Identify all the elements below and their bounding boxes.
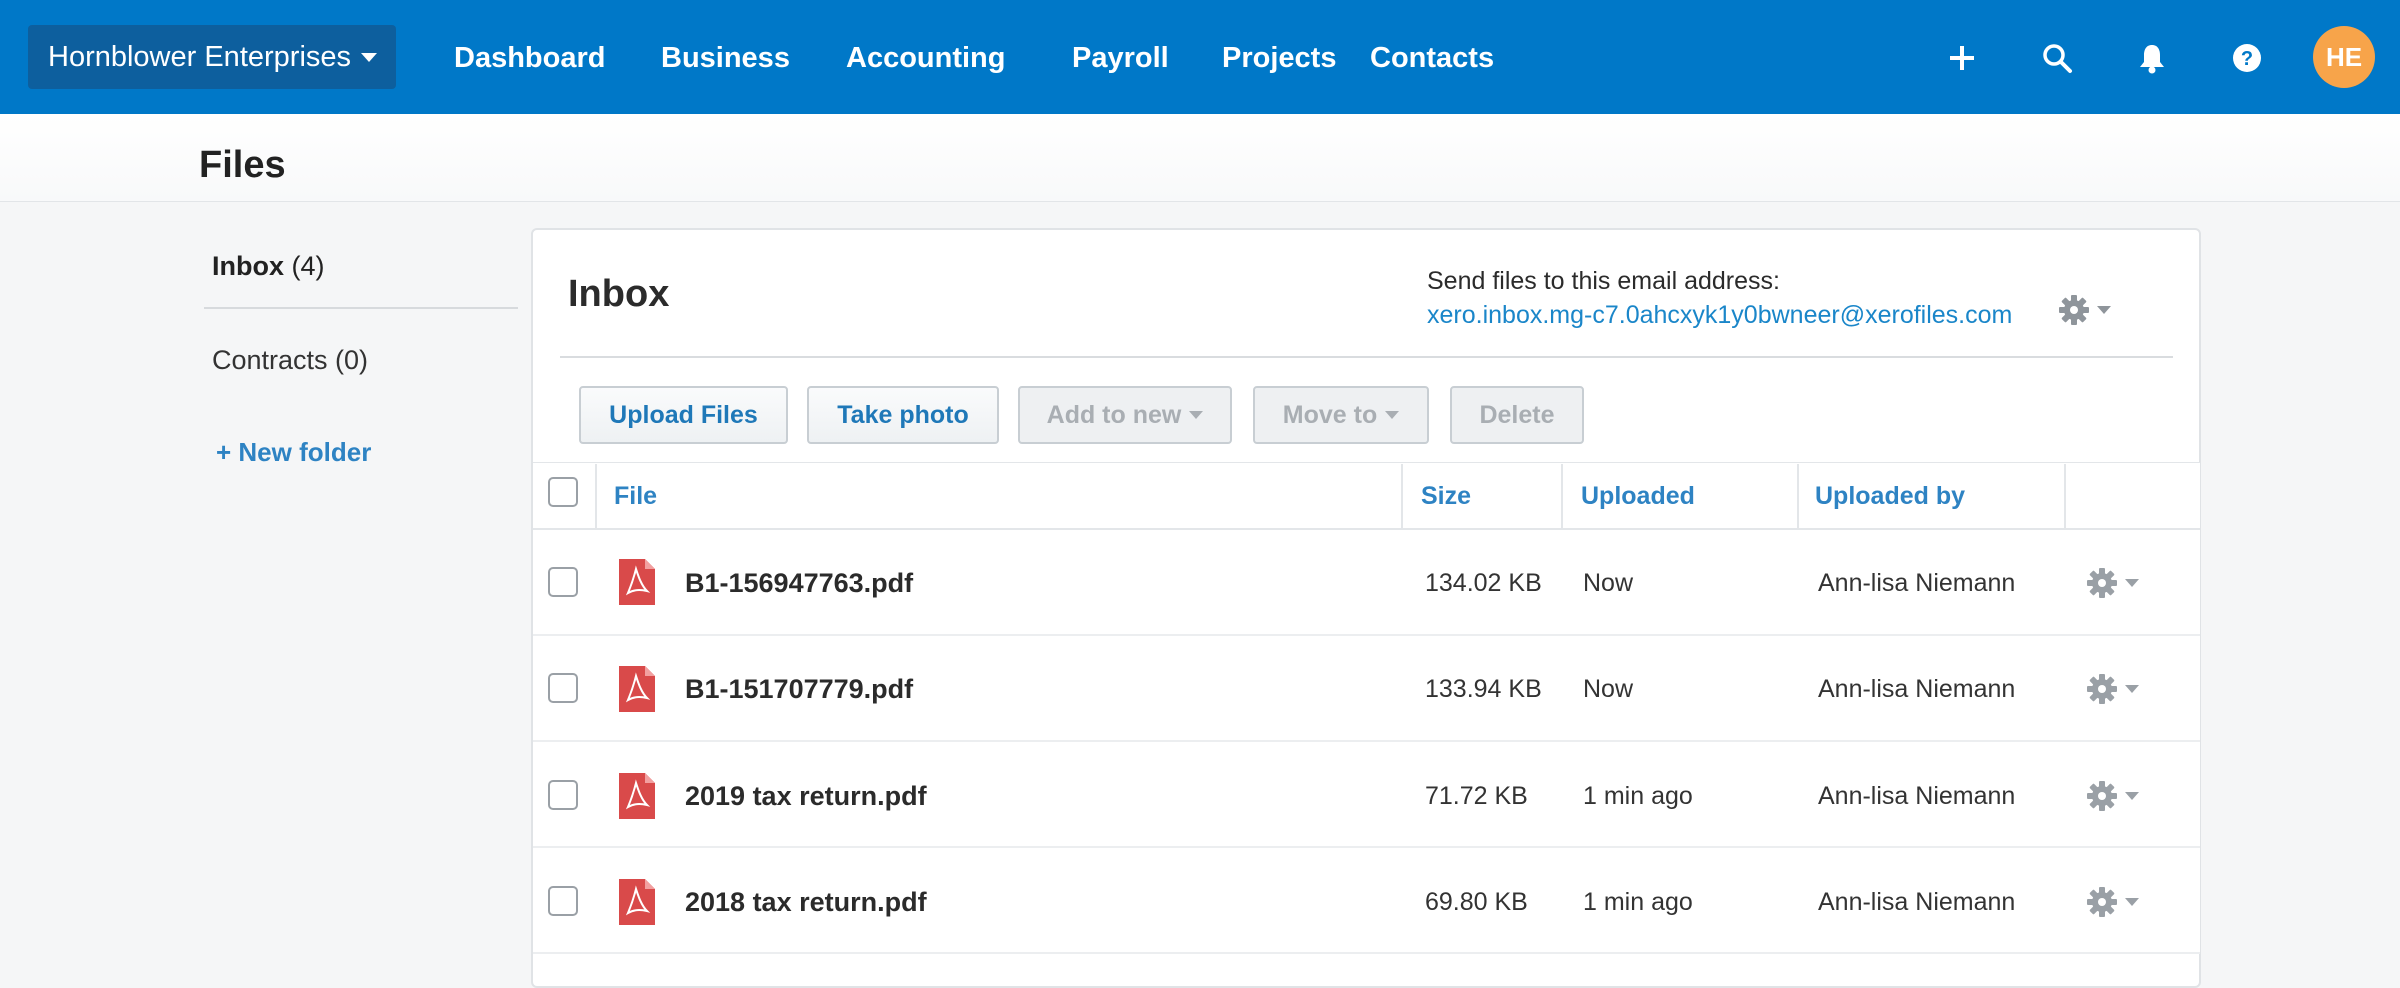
sidebar-item-inbox[interactable]: Inbox (4) <box>212 248 325 284</box>
search-icon[interactable] <box>2035 36 2079 80</box>
row-settings-menu[interactable] <box>2086 886 2140 918</box>
file-size: 133.94 KB <box>1425 675 1542 703</box>
gear-icon <box>2087 887 2117 917</box>
file-size: 134.02 KB <box>1425 569 1542 597</box>
panel-settings-menu[interactable] <box>2058 294 2112 326</box>
column-divider <box>1401 464 1403 528</box>
chevron-down-icon <box>2097 306 2111 314</box>
new-folder-link[interactable]: + New folder <box>216 435 371 469</box>
chevron-down-icon <box>1385 411 1400 419</box>
sidebar-item-contracts[interactable]: Contracts (0) <box>212 342 368 378</box>
uploaded-by: Ann-lisa Niemann <box>1818 569 2016 597</box>
column-divider <box>2064 464 2066 528</box>
file-name[interactable]: 2019 tax return.pdf <box>685 779 927 813</box>
top-navigation-bar: Hornblower Enterprises Dashboard Busines… <box>0 0 2400 114</box>
uploaded-time: Now <box>1583 675 1634 703</box>
gear-icon <box>2087 568 2117 598</box>
chevron-down-icon <box>2125 898 2139 906</box>
select-all-checkbox[interactable] <box>548 477 578 507</box>
pdf-file-icon <box>619 773 655 819</box>
row-settings-menu[interactable] <box>2086 780 2140 812</box>
help-icon[interactable]: ? <box>2225 36 2269 80</box>
file-name[interactable]: 2018 tax return.pdf <box>685 885 927 919</box>
page-title: Files <box>199 144 286 186</box>
upload-files-button[interactable]: Upload Files <box>579 386 788 444</box>
organisation-switcher[interactable]: Hornblower Enterprises <box>28 25 396 89</box>
page-header: Files <box>0 114 2400 202</box>
uploaded-time: 1 min ago <box>1583 782 1693 810</box>
uploaded-by: Ann-lisa Niemann <box>1818 782 2016 810</box>
pdf-file-icon <box>619 666 655 712</box>
add-to-new-button[interactable]: Add to new <box>1018 386 1232 444</box>
sidebar-item-inbox-count: (4) <box>291 251 325 281</box>
pdf-file-icon <box>619 559 655 605</box>
file-name[interactable]: B1-151707779.pdf <box>685 672 913 706</box>
chevron-down-icon <box>2125 792 2139 800</box>
nav-payroll[interactable]: Payroll <box>1072 38 1169 78</box>
uploaded-time: Now <box>1583 569 1634 597</box>
sidebar-item-inbox-label: Inbox <box>212 251 284 281</box>
column-divider <box>1561 464 1563 528</box>
organisation-name: Hornblower Enterprises <box>48 40 352 73</box>
add-to-new-label: Add to new <box>1046 400 1182 429</box>
inbox-email-address[interactable]: xero.inbox.mg-c7.0ahcxyk1y0bwneer@xerofi… <box>1427 299 2012 331</box>
row-checkbox[interactable] <box>548 673 578 703</box>
bell-icon[interactable] <box>2130 36 2174 80</box>
uploaded-time: 1 min ago <box>1583 888 1693 916</box>
pdf-file-icon <box>619 879 655 925</box>
column-header-size[interactable]: Size <box>1421 479 1471 513</box>
gear-icon <box>2059 295 2089 325</box>
chevron-down-icon <box>2125 579 2139 587</box>
row-settings-menu[interactable] <box>2086 673 2140 705</box>
nav-contacts[interactable]: Contacts <box>1370 38 1494 78</box>
row-settings-menu[interactable] <box>2086 567 2140 599</box>
panel-divider <box>560 356 2173 358</box>
column-divider <box>1797 464 1799 528</box>
nav-accounting[interactable]: Accounting <box>846 38 1006 78</box>
column-header-uploaded-by[interactable]: Uploaded by <box>1815 479 1965 513</box>
delete-button[interactable]: Delete <box>1450 386 1584 444</box>
file-size: 71.72 KB <box>1425 782 1528 810</box>
column-header-file[interactable]: File <box>614 479 657 513</box>
svg-text:?: ? <box>2241 48 2253 70</box>
nav-business[interactable]: Business <box>661 38 790 78</box>
gear-icon <box>2087 781 2117 811</box>
email-label: Send files to this email address: <box>1427 267 1780 295</box>
gear-icon <box>2087 674 2117 704</box>
row-checkbox[interactable] <box>548 886 578 916</box>
file-size: 69.80 KB <box>1425 888 1528 916</box>
chevron-down-icon <box>2125 685 2139 693</box>
uploaded-by: Ann-lisa Niemann <box>1818 888 2016 916</box>
move-to-label: Move to <box>1282 400 1378 429</box>
row-checkbox[interactable] <box>548 567 578 597</box>
avatar[interactable]: HE <box>2313 26 2375 88</box>
chevron-down-icon <box>1189 411 1204 419</box>
column-header-uploaded[interactable]: Uploaded <box>1581 479 1695 513</box>
move-to-button[interactable]: Move to <box>1253 386 1429 444</box>
uploaded-by: Ann-lisa Niemann <box>1818 675 2016 703</box>
chevron-down-icon <box>361 52 378 62</box>
take-photo-button[interactable]: Take photo <box>807 386 999 444</box>
row-checkbox[interactable] <box>548 780 578 810</box>
column-divider <box>595 464 597 528</box>
sidebar-divider <box>204 307 518 309</box>
nav-dashboard[interactable]: Dashboard <box>454 38 605 78</box>
panel-title: Inbox <box>568 273 670 315</box>
file-name[interactable]: B1-156947763.pdf <box>685 566 913 600</box>
plus-icon[interactable] <box>1940 36 1984 80</box>
nav-projects[interactable]: Projects <box>1222 38 1336 78</box>
